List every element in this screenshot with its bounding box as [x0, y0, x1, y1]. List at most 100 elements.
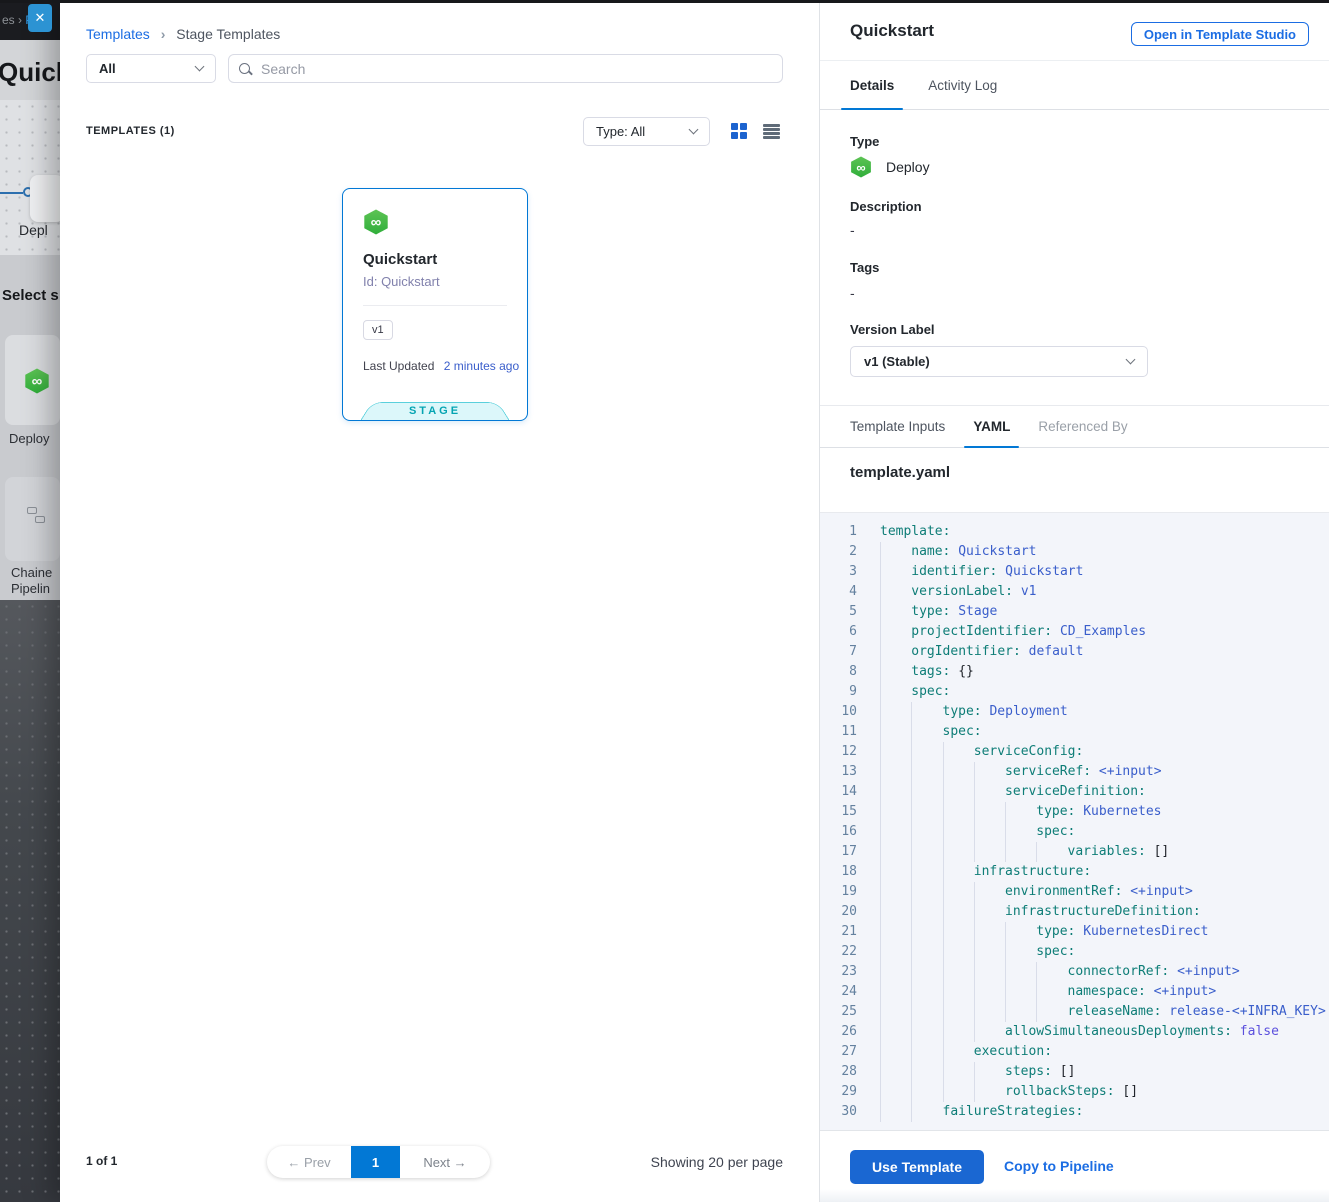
indent-guide [880, 542, 911, 562]
last-updated-row: Last Updated 2 minutes ago [363, 359, 519, 373]
use-template-button[interactable]: Use Template [850, 1150, 984, 1184]
line-number: 23 [820, 962, 857, 982]
line-number: 18 [820, 862, 857, 882]
code-line: 16spec: [820, 822, 1329, 842]
indent-guide [1005, 822, 1036, 842]
code-line: 6projectIdentifier: CD_Examples [820, 622, 1329, 642]
line-number: 10 [820, 702, 857, 722]
yaml-code[interactable]: 1template:2name: Quickstart3 identifier: … [820, 512, 1329, 1130]
list-view-icon[interactable] [763, 124, 780, 139]
code-line: 28steps: [] [820, 1062, 1329, 1082]
stage-badge-label: STAGE [360, 398, 510, 421]
line-content: versionLabel: v1 [880, 584, 1036, 599]
line-content: infrastructureDefinition: [880, 904, 1201, 919]
prev-page-button[interactable]: ← Prev [267, 1155, 351, 1170]
code-line: 30failureStrategies: [820, 1102, 1329, 1122]
indent-guide [911, 742, 942, 762]
code-line: 15type: Kubernetes [820, 802, 1329, 822]
tab-activity-log[interactable]: Activity Log [919, 61, 1006, 109]
line-content: serviceConfig: [880, 744, 1083, 759]
indent-guide [974, 822, 1005, 842]
indent-guide [943, 902, 974, 922]
stage-type-card-deploy[interactable]: ∞ [5, 335, 60, 425]
open-in-template-studio-button[interactable]: Open in Template Studio [1131, 22, 1309, 46]
description-value: - [850, 222, 855, 238]
copy-to-pipeline-link[interactable]: Copy to Pipeline [1004, 1158, 1114, 1174]
line-number: 3 [820, 562, 857, 582]
code-line: 1template: [820, 522, 1329, 542]
grid-view-icon[interactable] [731, 123, 747, 139]
indent-guide [880, 922, 911, 942]
code-line: 27execution: [820, 1042, 1329, 1062]
tags-label: Tags [850, 260, 879, 275]
indent-guide [1005, 942, 1036, 962]
indent-guide [880, 1062, 911, 1082]
line-number: 29 [820, 1082, 857, 1102]
stage-type-card-chained[interactable] [5, 477, 60, 561]
line-content: variables: [] [880, 844, 1169, 859]
indent-guide [880, 1002, 911, 1022]
line-content: infrastructure: [880, 864, 1091, 879]
indent-guide [911, 1102, 942, 1122]
search-input[interactable] [259, 60, 772, 78]
stage-badge: STAGE [360, 398, 510, 421]
line-number: 5 [820, 602, 857, 622]
line-number: 4 [820, 582, 857, 602]
indent-guide [943, 982, 974, 1002]
tab-template-inputs[interactable]: Template Inputs [841, 406, 954, 447]
search-box[interactable] [228, 54, 783, 83]
line-content: identifier: Quickstart [880, 564, 1083, 579]
arrow-right-icon: → [454, 1155, 467, 1170]
code-line: 26allowSimultaneousDeployments: false [820, 1022, 1329, 1042]
indent-guide [880, 622, 911, 642]
line-number: 1 [820, 522, 857, 542]
indent-guide [943, 1022, 974, 1042]
line-number: 20 [820, 902, 857, 922]
indent-guide [974, 762, 1005, 782]
close-drawer-button[interactable]: ✕ [28, 4, 52, 32]
indent-guide [1005, 842, 1036, 862]
detail-tabs: Details Activity Log [820, 61, 1329, 110]
version-dropdown-value: v1 (Stable) [864, 354, 930, 369]
background-heading-band: Quicks [0, 40, 60, 100]
indent-guide [943, 962, 974, 982]
indent-guide [911, 722, 942, 742]
indent-guide [974, 1062, 1005, 1082]
infinity-glyph: ∞ [32, 374, 43, 389]
code-line: 2name: Quickstart [820, 542, 1329, 562]
indent-guide [1005, 962, 1036, 982]
indent-guide [974, 942, 1005, 962]
deploy-icon: ∞ [363, 209, 389, 235]
version-dropdown[interactable]: v1 (Stable) [850, 346, 1148, 377]
code-line: 22spec: [820, 942, 1329, 962]
deploy-icon: ∞ [850, 156, 872, 178]
tab-details[interactable]: Details [841, 61, 903, 109]
scope-filter-dropdown[interactable]: All [86, 54, 216, 83]
tab-yaml[interactable]: YAML [964, 406, 1019, 447]
line-number: 9 [820, 682, 857, 702]
line-content: environmentRef: <+input> [880, 884, 1193, 899]
type-filter-dropdown[interactable]: Type: All [583, 117, 710, 146]
indent-guide [911, 782, 942, 802]
background-stage-select-section: Select s ∞ Deploy Chaine Pipelin [0, 255, 60, 600]
page-1-button[interactable]: 1 [351, 1146, 400, 1178]
code-line: 13serviceRef: <+input> [820, 762, 1329, 782]
pagination: ← Prev 1 Next → [267, 1146, 490, 1178]
next-page-button[interactable]: Next → [400, 1155, 490, 1170]
breadcrumb-templates-link[interactable]: Templates [86, 26, 150, 42]
line-content: type: Stage [880, 604, 997, 619]
indent-guide [974, 802, 1005, 822]
pipeline-stage-node[interactable] [30, 175, 60, 222]
search-icon [239, 63, 250, 74]
template-card-quickstart[interactable]: ∞ Quickstart Id: Quickstart v1 Last Upda… [342, 188, 528, 421]
line-number: 26 [820, 1022, 857, 1042]
indent-guide [943, 882, 974, 902]
line-number: 12 [820, 742, 857, 762]
code-line: 20 infrastructureDefinition: [820, 902, 1329, 922]
chained-pipeline-icon [27, 507, 47, 525]
line-number: 30 [820, 1102, 857, 1122]
indent-guide [974, 922, 1005, 942]
template-detail-pane: Quickstart Open in Template Studio Detai… [819, 0, 1329, 1202]
tab-referenced-by[interactable]: Referenced By [1029, 406, 1136, 447]
line-content: serviceRef: <+input> [880, 764, 1162, 779]
